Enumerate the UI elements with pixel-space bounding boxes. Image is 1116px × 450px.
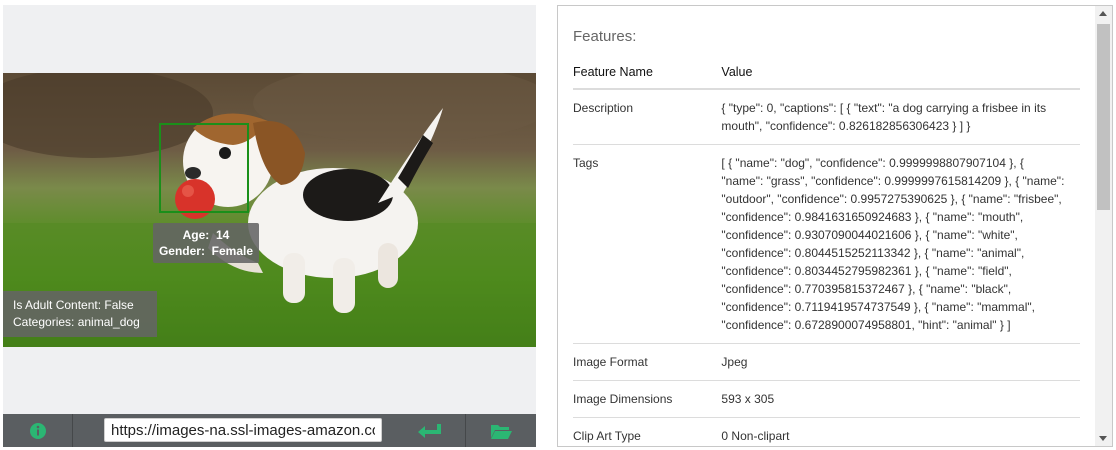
table-row: Tags [ { "name": "dog", "confidence": 0.… (573, 144, 1080, 344)
features-panel: Features: Feature Name Value Description… (557, 5, 1113, 447)
age-label: Age: (182, 228, 210, 242)
enter-arrow-icon (417, 423, 441, 438)
info-icon (29, 422, 46, 439)
image-classification-label: Is Adult Content: False Categories: anim… (3, 291, 157, 337)
feature-name-cell: Image Dimensions (573, 380, 722, 418)
scroll-down-arrow-icon[interactable] (1099, 436, 1107, 441)
feature-value-cell: [ { "name": "dog", "confidence": 0.99999… (721, 144, 1080, 344)
feature-name-cell: Tags (573, 144, 722, 344)
scroll-up-arrow-icon[interactable] (1099, 11, 1107, 16)
vertical-scrollbar[interactable] (1095, 6, 1112, 446)
gender-value: Female (211, 244, 254, 258)
image-panel: Age: 14 Gender: Female Is Adult Content:… (3, 5, 536, 447)
table-row: Image Dimensions 593 x 305 (573, 380, 1080, 418)
categories-text: Categories: animal_dog (13, 315, 140, 329)
table-header-row: Feature Name Value (573, 58, 1080, 90)
face-attributes-label: Age: 14 Gender: Female (153, 223, 259, 263)
feature-value-cell: 0 Non-clipart (721, 417, 1080, 446)
gender-label: Gender: (158, 244, 205, 258)
image-toolbar (3, 414, 536, 447)
adult-content-text: Is Adult Content: False (13, 298, 134, 312)
feature-value-cell: 593 x 305 (721, 380, 1080, 418)
table-row: Image Format Jpeg (573, 343, 1080, 381)
face-detection-box (159, 123, 249, 213)
table-row: Description { "type": 0, "captions": [ {… (573, 89, 1080, 145)
feature-name-cell: Description (573, 89, 722, 145)
feature-name-cell: Clip Art Type (573, 417, 722, 446)
submit-url-button[interactable] (393, 414, 466, 447)
scrollbar-thumb[interactable] (1097, 24, 1110, 210)
features-table: Feature Name Value Description { "type":… (573, 58, 1080, 446)
features-title: Features: (573, 28, 637, 45)
feature-name-cell: Image Format (573, 343, 722, 381)
open-folder-icon (491, 424, 512, 439)
analyzed-photo: Age: 14 Gender: Female Is Adult Content:… (3, 73, 536, 347)
feature-value-cell: { "type": 0, "captions": [ { "text": "a … (721, 89, 1080, 145)
column-header-feature-name: Feature Name (573, 58, 722, 90)
feature-value-cell: Jpeg (721, 343, 1080, 381)
features-table-container: Feature Name Value Description { "type":… (573, 58, 1080, 446)
age-value: 14 (215, 228, 230, 242)
image-url-input[interactable] (104, 418, 382, 442)
column-header-value: Value (721, 58, 1080, 90)
open-folder-button[interactable] (466, 414, 536, 447)
info-button[interactable] (3, 414, 72, 447)
table-row: Clip Art Type 0 Non-clipart (573, 417, 1080, 446)
